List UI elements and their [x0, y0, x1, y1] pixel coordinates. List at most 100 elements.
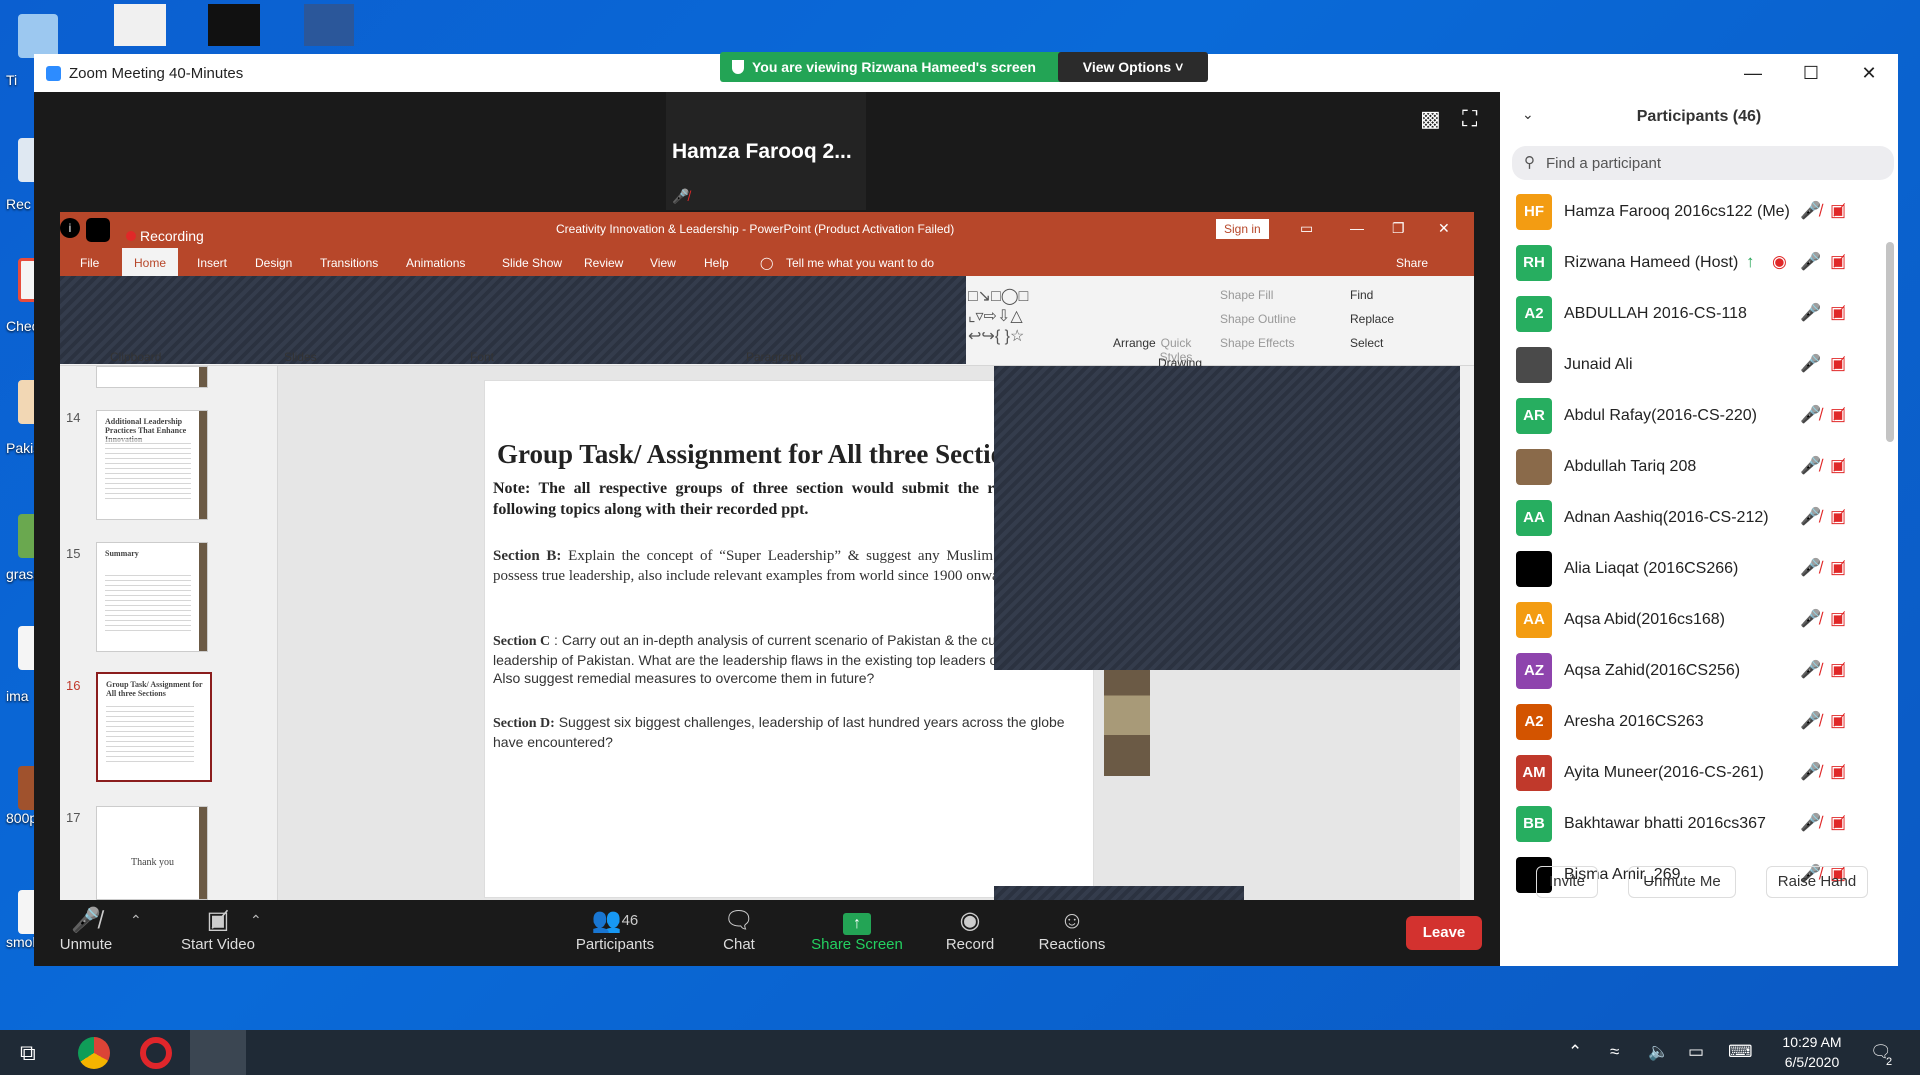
- desktop-icon-ti[interactable]: [18, 14, 58, 58]
- keyboard-icon[interactable]: ⌨: [1728, 1042, 1753, 1062]
- participant-row[interactable]: BB Bakhtawar bhatti 2016cs367 🎤̸ ▣̸: [1500, 800, 1880, 851]
- participant-row[interactable]: Junaid Ali 🎤 ▣̸: [1500, 341, 1880, 392]
- unmute-me-button[interactable]: Unmute Me: [1628, 866, 1736, 898]
- participants-scrollbar[interactable]: [1886, 242, 1894, 442]
- maximize-icon[interactable]: ☐: [1782, 54, 1840, 92]
- clock-time[interactable]: 10:29 AM: [1772, 1034, 1852, 1050]
- section-d: Section D: Suggest six biggest challenge…: [493, 713, 1089, 751]
- participant-row[interactable]: AM Ayita Muneer(2016-CS-261) 🎤̸ ▣̸: [1500, 749, 1880, 800]
- mic-muted-icon: 🎤̸: [1800, 711, 1822, 730]
- share-screen-button[interactable]: ↑ Share Screen: [808, 906, 906, 953]
- recording-dot-icon: [126, 231, 136, 241]
- close-icon[interactable]: ✕: [1840, 54, 1898, 92]
- arrange-button[interactable]: Arrange: [1113, 336, 1156, 350]
- ppt-close-icon[interactable]: ✕: [1438, 220, 1450, 237]
- info-icon[interactable]: i: [60, 218, 80, 238]
- participant-row[interactable]: RH Rizwana Hameed (Host) ↑ ◉ 🎤 ▣̸: [1500, 239, 1880, 290]
- ribbon-display-icon[interactable]: ▭: [1300, 220, 1313, 237]
- menu-view[interactable]: View: [650, 256, 676, 270]
- unmute-button[interactable]: 🎤̸ Unmute: [54, 906, 118, 953]
- opera-icon[interactable]: [140, 1037, 172, 1069]
- desktop-icon-file2[interactable]: [208, 4, 260, 46]
- participant-row[interactable]: AZ Aqsa Zahid(2016CS256) 🎤̸ ▣̸: [1500, 647, 1880, 698]
- slide-scrollbar[interactable]: [1460, 366, 1474, 900]
- participant-row[interactable]: AA Aqsa Abid(2016cs168) 🎤̸ ▣̸: [1500, 596, 1880, 647]
- clock-date[interactable]: 6/5/2020: [1772, 1054, 1852, 1070]
- participant-row[interactable]: Alia Liaqat (2016CS266) 🎤̸ ▣̸: [1500, 545, 1880, 596]
- ppt-share-button[interactable]: Share: [1396, 256, 1428, 270]
- slide-thumb-14[interactable]: Additional Leadership Practices That Enh…: [96, 410, 208, 520]
- video-off-icon: ▣̸: [1830, 813, 1847, 832]
- ppt-minimize-icon[interactable]: —: [1350, 220, 1364, 236]
- menu-help[interactable]: Help: [704, 256, 729, 270]
- shapes-gallery[interactable]: □↘□◯□ ⌞▿⇨⇩△ ↩↪{ }☆: [968, 286, 1028, 346]
- participants-button[interactable]: 👥46 Participants: [570, 906, 660, 953]
- avatar: [1516, 347, 1552, 383]
- menu-insert[interactable]: Insert: [197, 256, 227, 270]
- mic-muted-icon: 🎤̸: [1800, 507, 1822, 526]
- fullscreen-icon[interactable]: ⛶: [1462, 106, 1477, 132]
- tell-me-box[interactable]: Tell me what you want to do: [786, 256, 934, 270]
- chat-button[interactable]: 🗨 Chat: [714, 906, 764, 953]
- menu-slide-show[interactable]: Slide Show: [502, 256, 562, 270]
- menu-transitions[interactable]: Transitions: [320, 256, 378, 270]
- participant-row[interactable]: A2 ABDULLAH 2016-CS-118 🎤 ▣̸: [1500, 290, 1880, 341]
- record-button[interactable]: ◉ Record: [940, 906, 1000, 953]
- participants-count: 46: [621, 912, 639, 929]
- audio-options-chevron-icon[interactable]: ⌃: [130, 912, 142, 929]
- select-button[interactable]: Select: [1350, 336, 1383, 350]
- menu-home[interactable]: Home: [122, 248, 179, 278]
- menu-file[interactable]: File: [80, 256, 99, 270]
- group-paragraph: Paragraph: [746, 350, 803, 364]
- slide-thumb-16[interactable]: Group Task/ Assignment for All three Sec…: [96, 672, 212, 782]
- slide-thumb-17[interactable]: Thank you: [96, 806, 208, 900]
- slide-thumb-15[interactable]: Summary: [96, 542, 208, 652]
- layout-icon[interactable]: ▩: [1420, 106, 1441, 132]
- replace-button[interactable]: Replace: [1350, 312, 1394, 326]
- minimize-icon[interactable]: —: [1724, 54, 1782, 92]
- avatar: HF: [1516, 194, 1552, 230]
- view-options-button[interactable]: View Options ˅: [1058, 52, 1208, 82]
- share-screen-icon: ↑: [843, 913, 871, 935]
- desktop-label-ima: ima: [6, 688, 29, 704]
- participants-title: Participants (46): [1636, 108, 1762, 125]
- avatar: AA: [1516, 500, 1552, 536]
- participant-row[interactable]: AA Adnan Aashiq(2016-CS-212) 🎤̸ ▣̸: [1500, 494, 1880, 545]
- find-button[interactable]: Find: [1350, 288, 1373, 302]
- thumb-number: 16: [66, 678, 81, 693]
- zoom-taskbar-icon[interactable]: [190, 1030, 246, 1075]
- shape-effects-button[interactable]: Shape Effects: [1220, 336, 1295, 350]
- meeting-stage: Hamza Farooq 2... 🎤̸ ▩ ⛶ i Recording Cre…: [34, 92, 1500, 966]
- ppt-restore-icon[interactable]: ❐: [1392, 220, 1405, 237]
- chrome-icon[interactable]: [78, 1037, 110, 1069]
- participant-row[interactable]: HF Hamza Farooq 2016cs122 (Me) 🎤̸ ▣̸: [1500, 188, 1880, 239]
- invite-button[interactable]: Invite: [1536, 866, 1598, 898]
- participant-row[interactable]: Abdullah Tariq 208 🎤̸ ▣̸: [1500, 443, 1880, 494]
- thumb-number: 17: [66, 810, 81, 825]
- leave-button[interactable]: Leave: [1406, 916, 1482, 950]
- slide-thumb-13[interactable]: [96, 366, 208, 388]
- active-speaker-tile[interactable]: Hamza Farooq 2... 🎤̸: [666, 92, 866, 210]
- ppt-sign-in-button[interactable]: Sign in: [1216, 219, 1269, 239]
- raise-hand-button[interactable]: Raise Hand: [1766, 866, 1868, 898]
- participant-search-input[interactable]: ⚲ Find a participant: [1512, 146, 1894, 180]
- desktop-icon-file1[interactable]: [114, 4, 166, 46]
- tray-chevron-icon[interactable]: ⌃: [1568, 1042, 1582, 1062]
- desktop-icon-word[interactable]: [304, 4, 354, 46]
- menu-design[interactable]: Design: [255, 256, 292, 270]
- network-icon[interactable]: ≈: [1610, 1042, 1619, 1062]
- video-options-chevron-icon[interactable]: ⌃: [250, 912, 262, 929]
- participant-row[interactable]: AR Abdul Rafay(2016-CS-220) 🎤̸ ▣̸: [1500, 392, 1880, 443]
- menu-review[interactable]: Review: [584, 256, 623, 270]
- mic-muted-icon: 🎤̸: [672, 188, 690, 204]
- shape-fill-button[interactable]: Shape Fill: [1220, 288, 1273, 302]
- volume-icon[interactable]: 🔈: [1648, 1042, 1669, 1062]
- participant-row[interactable]: A2 Aresha 2016CS263 🎤̸ ▣̸: [1500, 698, 1880, 749]
- start-windows-icon[interactable]: ⧉: [20, 1040, 36, 1066]
- battery-icon[interactable]: ▭: [1688, 1042, 1704, 1062]
- avatar: A2: [1516, 296, 1552, 332]
- menu-animations[interactable]: Animations: [406, 256, 465, 270]
- shape-outline-button[interactable]: Shape Outline: [1220, 312, 1296, 326]
- reactions-button[interactable]: ☺ Reactions: [1032, 906, 1112, 953]
- avatar: BB: [1516, 806, 1552, 842]
